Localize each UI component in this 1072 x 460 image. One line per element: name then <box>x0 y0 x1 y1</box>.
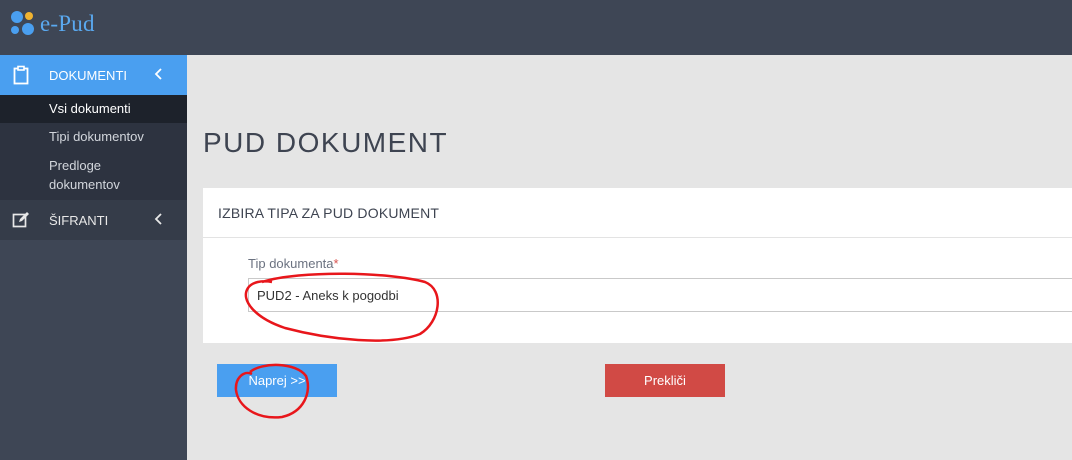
clipboard-icon <box>13 65 29 85</box>
chevron-left-icon <box>154 68 162 80</box>
sidebar-item-sifranti[interactable]: ŠIFRANTI <box>0 200 187 240</box>
sidebar-subitem-vsi-dokumenti[interactable]: Vsi dokumenti <box>0 95 187 123</box>
required-mark: * <box>333 256 339 271</box>
sidebar-subitem-predloge-dokumentov[interactable]: Predloge dokumentov <box>0 156 187 194</box>
submenu-dokumenti: Vsi dokumenti Tipi dokumentov Predloge d… <box>0 95 187 200</box>
sidebar: DOKUMENTI Vsi dokumenti Tipi dokumentov … <box>0 55 187 460</box>
card-title: IZBIRA TIPA ZA PUD DOKUMENT <box>218 205 440 221</box>
document-type-field[interactable] <box>248 278 1072 312</box>
brand-name: e-Pud <box>40 11 95 36</box>
chevron-left-icon <box>154 213 162 225</box>
page-title: PUD DOKUMENT <box>203 127 449 158</box>
document-type-label: Tip dokumenta* <box>248 256 339 271</box>
sidebar-item-dokumenti[interactable]: DOKUMENTI <box>0 55 187 95</box>
edit-icon <box>12 212 29 228</box>
document-type-card: IZBIRA TIPA ZA PUD DOKUMENT Tip dokument… <box>203 188 1072 343</box>
document-type-label-text: Tip dokumenta <box>248 256 334 271</box>
epud-logo-icon <box>11 11 34 35</box>
next-button[interactable]: Naprej >> <box>217 364 337 397</box>
sidebar-item-label: DOKUMENTI <box>49 68 127 83</box>
top-header: e-Pud <box>0 0 1072 55</box>
brand-logo-link[interactable]: e-Pud <box>8 9 95 39</box>
sidebar-subitem-tipi-dokumentov[interactable]: Tipi dokumentov <box>0 127 187 146</box>
sidebar-item-label: ŠIFRANTI <box>49 213 109 228</box>
cancel-button[interactable]: Prekliči <box>605 364 725 397</box>
card-header: IZBIRA TIPA ZA PUD DOKUMENT <box>203 188 1072 238</box>
